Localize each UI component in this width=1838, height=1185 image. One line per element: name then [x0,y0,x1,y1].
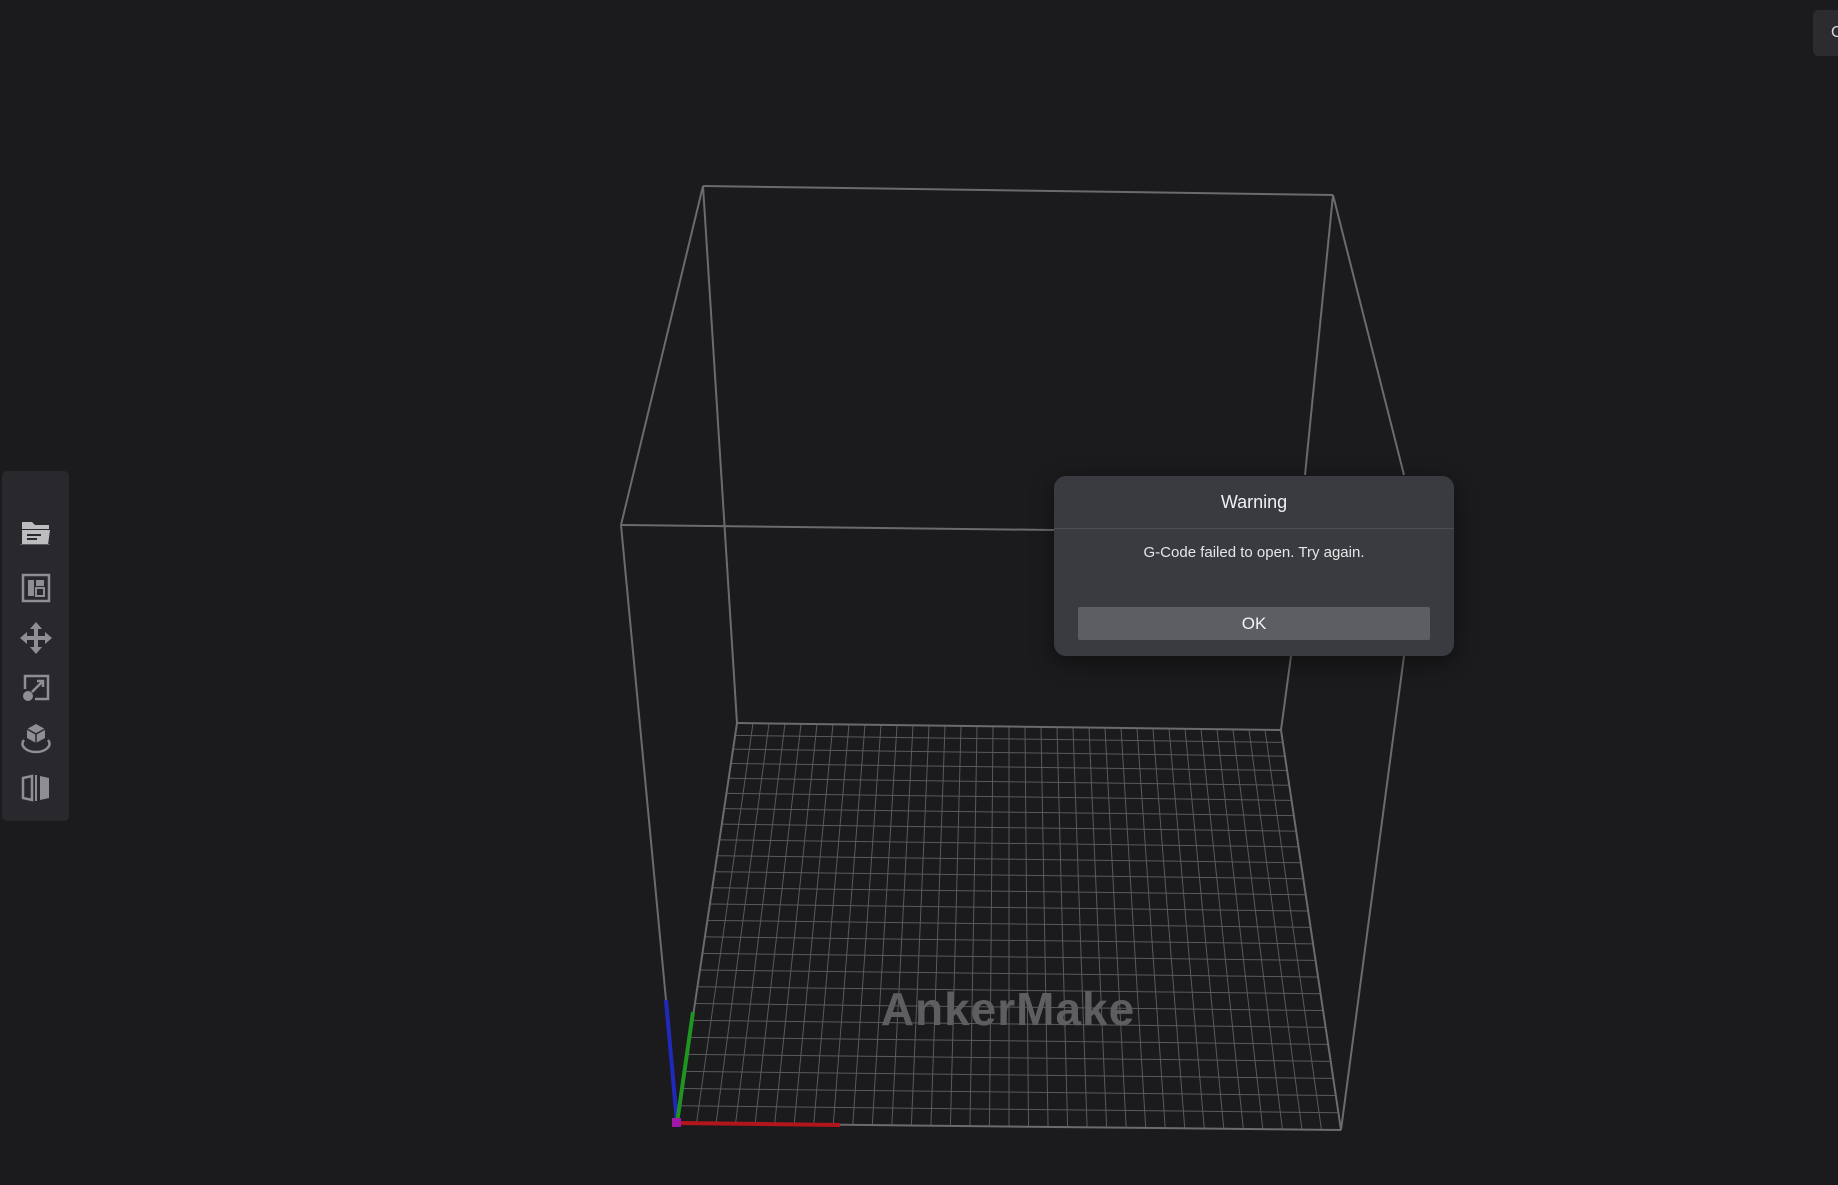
move-arrows-icon [20,622,52,654]
ok-button[interactable]: OK [1078,607,1430,640]
scale-button[interactable] [14,666,58,710]
move-button[interactable] [14,616,58,660]
build-plate-grid [676,722,1342,1131]
bed-logo-text: AnkerMake [881,983,1135,1035]
warning-dialog: Warning G-Code failed to open. Try again… [1054,476,1454,656]
axis-origin [672,1118,681,1127]
toolbar-separator [20,544,50,545]
scale-icon [23,674,50,701]
top-right-button[interactable]: C [1813,10,1838,56]
open-file-button[interactable] [14,511,58,555]
left-toolbar [2,471,69,821]
mirror-button[interactable] [14,766,58,810]
dialog-title: Warning [1054,476,1454,529]
mirror-icon [21,774,49,802]
z-axis [664,999,679,1124]
dialog-message: G-Code failed to open. Try again. [1143,544,1365,561]
layout-button[interactable] [14,566,58,610]
layout-panel-icon [21,573,51,603]
3d-viewport[interactable]: AnkerMake [0,0,1838,1185]
rotate-button[interactable] [14,716,58,760]
build-volume-scene: AnkerMake [620,185,1405,1131]
axis-gizmo [664,999,841,1127]
rotate-cube-icon [21,724,51,754]
x-axis [676,1121,841,1127]
